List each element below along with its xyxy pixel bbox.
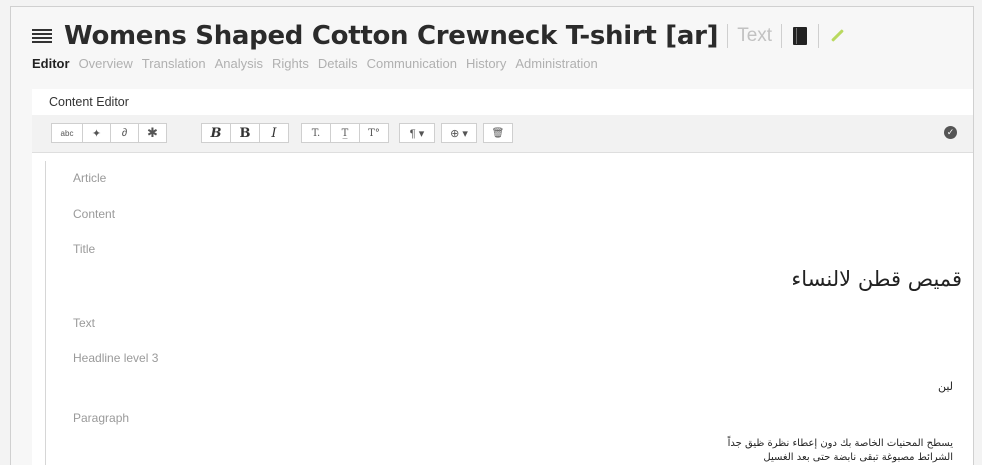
bold-button[interactable]: B [231,123,260,143]
link-button[interactable]: ∂ [111,123,139,143]
toolbar-group-text: T. T̲ T° [301,123,389,143]
italic-button[interactable]: I [260,123,289,143]
content-editor-panel: Content Editor abc ✦ ∂ ✱ B B I T. T̲ T° … [32,89,973,465]
tab-administration[interactable]: Administration [515,56,597,71]
arabic-headline-text[interactable]: لين [938,380,953,393]
tab-history[interactable]: History [466,56,506,71]
tab-translation[interactable]: Translation [142,56,206,71]
toolbar-group-format: B B I [201,123,289,143]
tab-details[interactable]: Details [318,56,358,71]
headline-level-3-label: Headline level 3 [73,351,159,365]
toolbar-group-add: ⊕ ▾ [441,123,477,143]
document-header: Womens Shaped Cotton Crewneck T-shirt [a… [11,7,973,87]
spellcheck-button[interactable]: abc [51,123,83,143]
book-icon[interactable] [793,27,808,45]
subscript-button[interactable]: T. [301,123,331,143]
paragraph-style-dropdown[interactable]: ¶ ▾ [399,123,435,143]
title-row: Womens Shaped Cotton Crewneck T-shirt [a… [32,21,844,51]
underline-button[interactable]: T̲ [331,123,360,143]
tab-analysis[interactable]: Analysis [215,56,263,71]
document-window: Womens Shaped Cotton Crewneck T-shirt [a… [10,6,974,465]
tab-overview[interactable]: Overview [79,56,133,71]
lines-icon [32,28,52,44]
divider [818,24,820,48]
toolbar-group-insert: ¶ ▾ [399,123,435,143]
pencil-icon[interactable] [830,29,844,43]
check-circle-icon[interactable]: ✓ [944,126,957,139]
text-label: Text [73,316,96,330]
tab-communication[interactable]: Communication [367,56,457,71]
asterisk-button[interactable]: ✱ [139,123,167,143]
divider [781,24,783,48]
bold-italic-button[interactable]: B [201,123,231,143]
title-label: Title [73,242,96,256]
tab-editor[interactable]: Editor [32,56,70,71]
superscript-button[interactable]: T° [360,123,389,143]
toolbar-group-tools: abc ✦ ∂ ✱ [51,123,167,143]
delete-button[interactable]: 🗑 [483,123,513,143]
tab-bar: Editor Overview Translation Analysis Rig… [32,56,607,71]
tab-rights[interactable]: Rights [272,56,309,71]
arabic-paragraph-line-1[interactable]: يسطح المحنيات الخاصة بك دون إعطاء نظرة ظ… [728,437,953,451]
pin-button[interactable]: ✦ [83,123,111,143]
arabic-paragraph-line-2[interactable]: الشرائط مصبوغة تبقى نابضة حتى بعد الغسيل [763,451,953,465]
divider [727,24,729,48]
content-label: Content [73,207,116,221]
editor-content[interactable]: Article Content Title قميص قطن لالنساء T… [45,161,962,465]
insert-element-dropdown[interactable]: ⊕ ▾ [441,123,477,143]
arabic-title-text[interactable]: قميص قطن لالنساء [791,267,962,291]
panel-title: Content Editor [49,95,129,109]
toolbar-group-delete: 🗑 [483,123,513,143]
article-label: Article [73,171,107,185]
paragraph-label: Paragraph [73,411,130,425]
document-type-label: Text [737,25,773,46]
document-title: Womens Shaped Cotton Crewneck T-shirt [a… [64,21,719,51]
